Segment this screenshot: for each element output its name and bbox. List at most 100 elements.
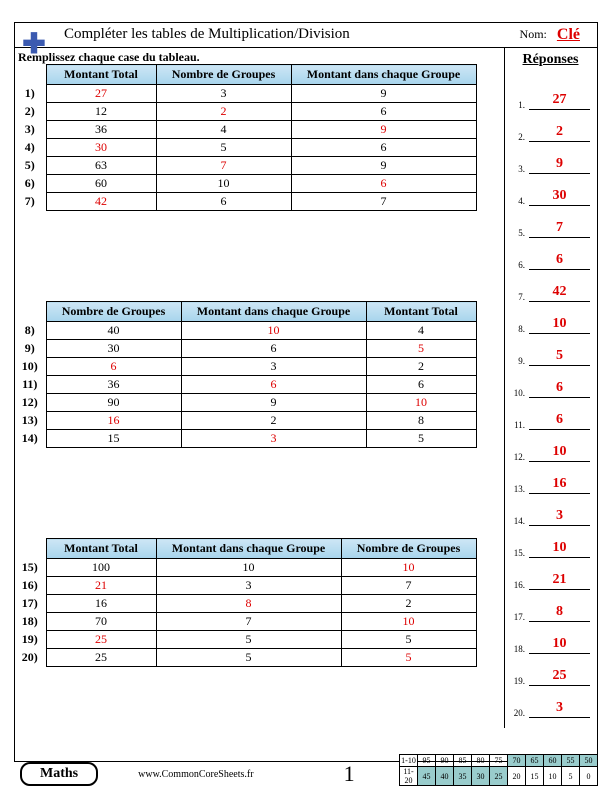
page-title: Compléter les tables de Multiplication/D… (64, 26, 350, 43)
column-header: Nombre de Groupes (341, 539, 476, 559)
table-row: 17)1682 (18, 595, 476, 613)
score-cell: 35 (454, 767, 472, 786)
cell: 7 (156, 613, 341, 631)
row-number: 14) (18, 430, 46, 448)
row-number: 9) (18, 340, 46, 358)
instructions: Remplissez chaque case du tableau. (18, 50, 200, 65)
score-cell: 25 (490, 767, 508, 786)
cell: 3 (181, 430, 366, 448)
score-cell: 70 (508, 755, 526, 767)
answer-number: 20. (511, 708, 525, 718)
answer-number: 2. (511, 132, 525, 142)
answer-row: 18.10 (505, 622, 596, 654)
answer-row: 2.2 (505, 110, 596, 142)
answer-number: 9. (511, 356, 525, 366)
answers-column: Réponses 1.272.23.94.305.76.67.428.109.5… (504, 48, 596, 728)
cell: 36 (46, 376, 181, 394)
cell: 9 (291, 85, 476, 103)
answer-key-label: Clé (557, 26, 580, 44)
header: ✚ Compléter les tables de Multiplication… (14, 22, 598, 48)
answer-number: 17. (511, 612, 525, 622)
answer-number: 18. (511, 644, 525, 654)
table-row: 3)3649 (18, 121, 476, 139)
answer-value: 21 (529, 572, 590, 590)
score-cell: 15 (526, 767, 544, 786)
cell: 6 (291, 139, 476, 157)
cell: 21 (46, 577, 156, 595)
answer-row: 17.8 (505, 590, 596, 622)
answer-number: 10. (511, 388, 525, 398)
cell: 9 (291, 121, 476, 139)
answer-row: 8.10 (505, 302, 596, 334)
answer-row: 3.9 (505, 142, 596, 174)
answer-value: 3 (529, 700, 590, 718)
table-row: 10)632 (18, 358, 476, 376)
page-number: 1 (344, 761, 355, 787)
cell: 25 (46, 649, 156, 667)
answer-number: 13. (511, 484, 525, 494)
answer-value: 10 (529, 636, 590, 654)
answer-row: 4.30 (505, 174, 596, 206)
cell: 15 (46, 430, 181, 448)
cell: 36 (46, 121, 156, 139)
score-cell: 90 (436, 755, 454, 767)
answer-number: 8. (511, 324, 525, 334)
answer-value: 6 (529, 412, 590, 430)
cell: 5 (366, 430, 476, 448)
cell: 4 (156, 121, 291, 139)
table-row: 14)1535 (18, 430, 476, 448)
name-label: Nom: (520, 27, 547, 42)
answer-row: 5.7 (505, 206, 596, 238)
answer-value: 10 (529, 444, 590, 462)
cell: 5 (341, 649, 476, 667)
answer-row: 6.6 (505, 238, 596, 270)
table-row: 16)2137 (18, 577, 476, 595)
row-number: 20) (18, 649, 46, 667)
row-number: 18) (18, 613, 46, 631)
cell: 6 (156, 193, 291, 211)
cell: 5 (156, 649, 341, 667)
row-number: 6) (18, 175, 46, 193)
table-row: 11)3666 (18, 376, 476, 394)
cell: 2 (366, 358, 476, 376)
cell: 6 (181, 340, 366, 358)
cell: 16 (46, 412, 181, 430)
cell: 60 (46, 175, 156, 193)
table-row: 19)2555 (18, 631, 476, 649)
answer-row: 10.6 (505, 366, 596, 398)
tables-area: Montant TotalNombre de GroupesMontant da… (18, 64, 488, 757)
answer-row: 13.16 (505, 462, 596, 494)
score-cell: 85 (454, 755, 472, 767)
cell: 8 (366, 412, 476, 430)
cell: 6 (291, 175, 476, 193)
cell: 5 (366, 340, 476, 358)
answer-row: 14.3 (505, 494, 596, 526)
table-row: 4)3056 (18, 139, 476, 157)
cell: 2 (341, 595, 476, 613)
answer-number: 16. (511, 580, 525, 590)
table-row: 6)60106 (18, 175, 476, 193)
answer-value: 16 (529, 476, 590, 494)
data-table: Montant TotalMontant dans chaque GroupeN… (18, 538, 477, 667)
row-number: 13) (18, 412, 46, 430)
cell: 3 (156, 577, 341, 595)
row-number: 17) (18, 595, 46, 613)
answer-number: 12. (511, 452, 525, 462)
column-header: Montant dans chaque Groupe (156, 539, 341, 559)
table-row: 8)40104 (18, 322, 476, 340)
cell: 16 (46, 595, 156, 613)
answer-row: 1.27 (505, 78, 596, 110)
row-number: 8) (18, 322, 46, 340)
score-cell: 5 (562, 767, 580, 786)
score-cell: 10 (544, 767, 562, 786)
score-cell: 45 (418, 767, 436, 786)
row-number: 19) (18, 631, 46, 649)
answer-row: 15.10 (505, 526, 596, 558)
score-grid: 1-109590858075706560555011-2045403530252… (399, 754, 598, 786)
cell: 2 (156, 103, 291, 121)
answer-value: 8 (529, 604, 590, 622)
table-row: 15)1001010 (18, 559, 476, 577)
row-number: 11) (18, 376, 46, 394)
table-row: 2)1226 (18, 103, 476, 121)
answer-row: 20.3 (505, 686, 596, 718)
